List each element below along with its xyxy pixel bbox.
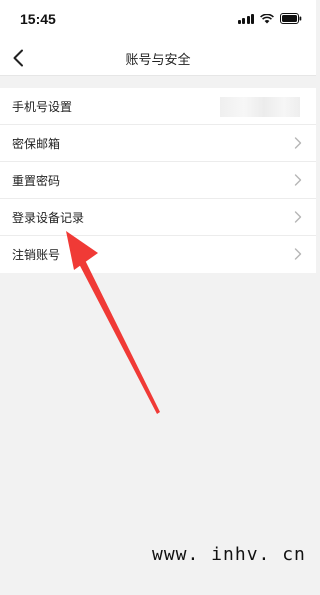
list-item-reset-password[interactable]: 重置密码 bbox=[0, 162, 316, 199]
list-item-label: 手机号设置 bbox=[12, 99, 73, 114]
settings-list: 手机号设置 密保邮箱 重置密码 登录设备记录 注销账号 bbox=[0, 88, 316, 273]
battery-icon bbox=[280, 13, 302, 24]
chevron-right-icon bbox=[294, 248, 302, 260]
page-title: 账号与安全 bbox=[125, 53, 191, 68]
list-item-label: 重置密码 bbox=[12, 173, 61, 188]
status-time: 15:45 bbox=[20, 11, 56, 27]
nav-bar: 账号与安全 bbox=[0, 40, 316, 76]
list-item-phone-settings[interactable]: 手机号设置 bbox=[0, 88, 316, 125]
watermark: www. inhv. cn bbox=[152, 544, 306, 565]
screen: 15:45 账号与安全 手机号设置 密保邮箱 重置密码 登录设备记录 注销账号 … bbox=[0, 0, 316, 595]
list-item-delete-account[interactable]: 注销账号 bbox=[0, 236, 316, 273]
signal-icon bbox=[237, 13, 254, 24]
list-item-security-email[interactable]: 密保邮箱 bbox=[0, 125, 316, 162]
list-item-label: 密保邮箱 bbox=[12, 136, 61, 151]
list-item-label: 登录设备记录 bbox=[12, 210, 85, 225]
list-item-label: 注销账号 bbox=[12, 248, 61, 262]
wifi-icon bbox=[260, 13, 274, 24]
arrow-shaft bbox=[78, 258, 160, 414]
status-bar: 15:45 bbox=[0, 0, 316, 40]
chevron-right-icon bbox=[294, 137, 302, 149]
chevron-right-icon bbox=[294, 174, 302, 186]
chevron-right-icon bbox=[294, 211, 302, 223]
list-item-login-device-records[interactable]: 登录设备记录 bbox=[0, 199, 316, 236]
status-icons bbox=[237, 13, 303, 24]
masked-phone-value bbox=[220, 97, 300, 117]
